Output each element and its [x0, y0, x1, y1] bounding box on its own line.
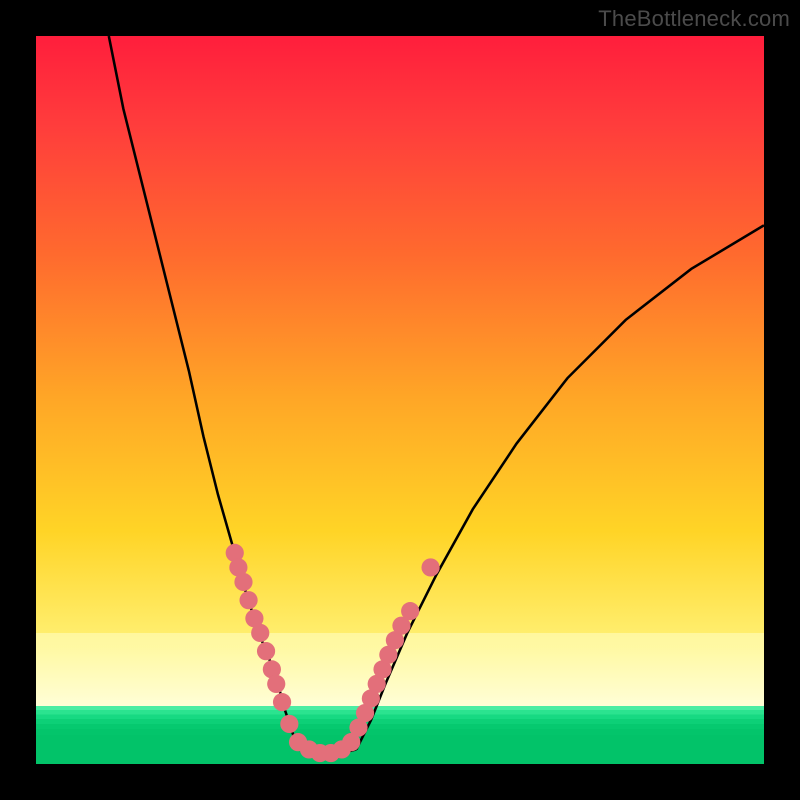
marker-dot	[280, 715, 298, 733]
marker-dot	[251, 624, 269, 642]
outer-frame: TheBottleneck.com	[0, 0, 800, 800]
marker-dot	[421, 558, 439, 576]
chart-svg	[36, 36, 764, 764]
curve-right	[356, 225, 764, 749]
marker-group	[226, 544, 440, 762]
curve-group	[109, 36, 764, 757]
marker-dot	[257, 642, 275, 660]
marker-dot	[401, 602, 419, 620]
curve-left	[109, 36, 298, 749]
marker-dot	[234, 573, 252, 591]
marker-dot	[239, 591, 257, 609]
watermark-text: TheBottleneck.com	[598, 6, 790, 32]
plot-area	[36, 36, 764, 764]
marker-dot	[267, 675, 285, 693]
marker-dot	[273, 693, 291, 711]
